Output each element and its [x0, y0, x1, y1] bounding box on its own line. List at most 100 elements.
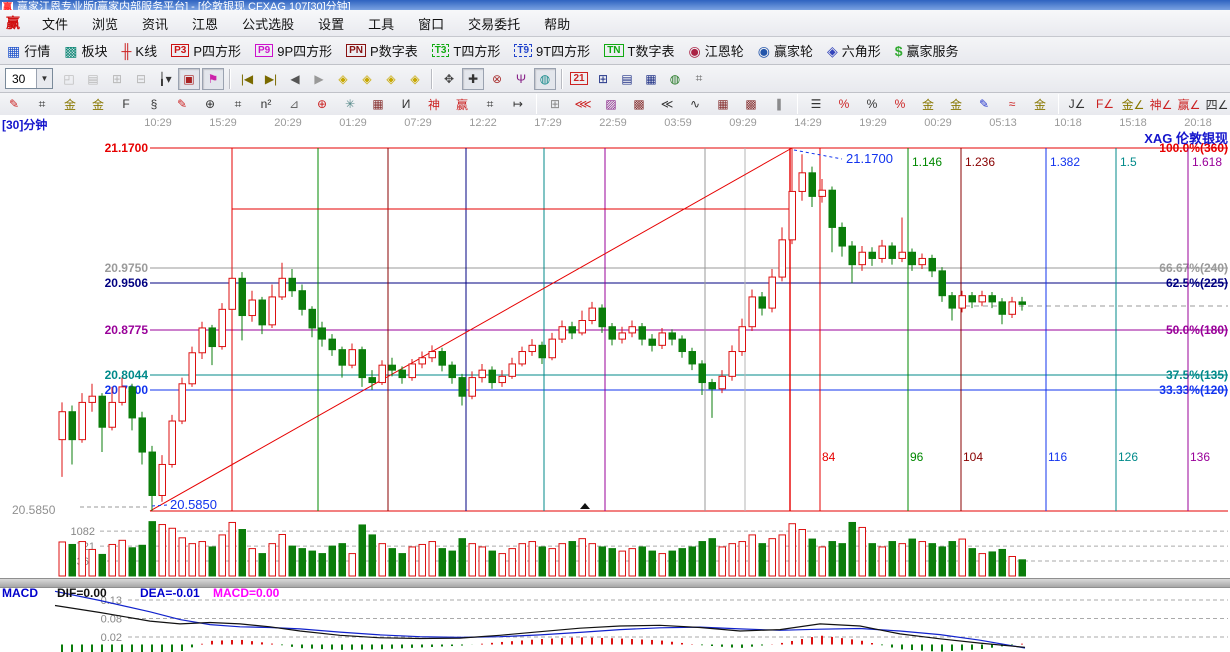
period-select[interactable]: 30 ▼ [5, 68, 53, 89]
gold-circle-icon[interactable]: 金 [915, 94, 941, 114]
menu-item-江恩[interactable]: 江恩 [180, 12, 230, 35]
menu-item-工具[interactable]: 工具 [356, 12, 406, 35]
gold-ruler2-icon[interactable]: 金 [85, 94, 111, 114]
gold-ruler-icon[interactable]: 金 [57, 94, 83, 114]
notes-icon[interactable]: ▤ [616, 68, 638, 90]
zoom-all-icon[interactable]: ◈ [404, 68, 426, 90]
circle-ruler-icon[interactable]: ⊕ [197, 94, 223, 114]
menu-item-公式选股[interactable]: 公式选股 [230, 12, 306, 35]
calendar-icon[interactable]: 21 [568, 68, 590, 90]
zoom-in-icon[interactable]: ◈ [380, 68, 402, 90]
last-page-icon[interactable]: ▶| [260, 68, 282, 90]
percent-cut-icon[interactable]: % [831, 94, 857, 114]
measure-knife-icon[interactable]: ✎ [1, 94, 27, 114]
gann-grid-icon[interactable]: ▣ [178, 68, 200, 90]
time-axis-label: 14:29 [794, 117, 822, 129]
menu-item-帮助[interactable]: 帮助 [532, 12, 582, 35]
candle-style-icon[interactable]: ╽▾ [154, 68, 176, 90]
scale-list-icon[interactable]: ☰ [803, 94, 829, 114]
wave-mark-icon[interactable]: И [393, 94, 419, 114]
toolbar-button-winner-wheel[interactable]: ◉赢家轮 [751, 41, 820, 60]
time-axis-label: 15:18 [1119, 117, 1147, 129]
zigzag-icon[interactable]: ∿ [682, 94, 708, 114]
menu-item-浏览[interactable]: 浏览 [80, 12, 130, 35]
grid2-icon[interactable]: ▦ [710, 94, 736, 114]
first-page-icon[interactable]: |◀ [236, 68, 258, 90]
color-flag-icon[interactable]: ⚑ [202, 68, 224, 90]
menu-item-设置[interactable]: 设置 [306, 12, 356, 35]
n2-icon[interactable]: n² [253, 94, 279, 114]
toolbar-button-t-square[interactable]: T3T四方形 [425, 41, 508, 60]
spiral-icon[interactable]: § [141, 94, 167, 114]
fan-grid-icon[interactable]: ▩ [626, 94, 652, 114]
toolbar-button-p-table[interactable]: PNP数字表 [339, 41, 425, 60]
title-bar[interactable]: 赢赢家江恩专业版[赢家内部服务平台] - [伦敦银现 CFXAG 107[30]… [0, 0, 1230, 10]
num-grid-icon[interactable]: ⌗ [477, 94, 503, 114]
toolbar-button-9t-square[interactable]: T99T四方形 [507, 41, 597, 60]
knife2-icon[interactable]: ✎ [169, 94, 195, 114]
report-icon[interactable]: ▤ [82, 68, 104, 90]
mark-pin-icon[interactable]: ⊗ [486, 68, 508, 90]
time-axis-label: 00:29 [924, 117, 952, 129]
zoom-right-icon[interactable]: ◈ [356, 68, 378, 90]
fan-red-icon[interactable]: ⋘ [570, 94, 596, 114]
time-ruler-icon[interactable]: ⌗ [29, 94, 55, 114]
win-angle-icon[interactable]: 赢∠ [1176, 94, 1202, 114]
f-angle-icon[interactable]: F∠ [1092, 94, 1118, 114]
hand-tool-icon[interactable]: ✥ [438, 68, 460, 90]
grid-box-icon[interactable]: ▦ [365, 94, 391, 114]
toolbar-button-quotes[interactable]: ▦行情 [0, 41, 57, 60]
gann-fork-icon[interactable]: Ψ [510, 68, 532, 90]
gold-angle-icon[interactable]: 金 [1027, 94, 1053, 114]
circle-cross-icon[interactable]: ⊕ [309, 94, 335, 114]
gold-line-icon[interactable]: 金 [943, 94, 969, 114]
calculator-icon[interactable]: ⊞ [592, 68, 614, 90]
mirror-angle-icon[interactable]: ⊿ [281, 94, 307, 114]
next-page-icon[interactable]: ▶ [308, 68, 330, 90]
toolbar-button-hexagon[interactable]: ◈六角形 [820, 41, 888, 60]
wave2-icon[interactable]: ≈ [999, 94, 1025, 114]
fan-box-icon[interactable]: ▨ [598, 94, 624, 114]
grid3-icon[interactable]: ▩ [738, 94, 764, 114]
chart-canvas[interactable]: 21.1700100.0%(360)20.975066.67%(240)20.9… [0, 115, 1230, 652]
crosshair-icon[interactable]: ✚ [462, 68, 484, 90]
web-export-icon[interactable]: ◍ [664, 68, 686, 90]
zoom-left-icon[interactable]: ◈ [332, 68, 354, 90]
ruler2-icon[interactable]: ⌗ [225, 94, 251, 114]
parallel-icon[interactable]: ∥ [766, 94, 792, 114]
smart-brain-icon[interactable]: ◍ [534, 68, 556, 90]
pattern-icon[interactable]: ◰ [58, 68, 80, 90]
chart3-icon[interactable]: ⊞ [106, 68, 128, 90]
chart9-icon[interactable]: ⊟ [130, 68, 152, 90]
percent-icon[interactable]: % [859, 94, 885, 114]
percent-line-icon[interactable]: % [887, 94, 913, 114]
toolbar-button-gann-wheel[interactable]: ◉江恩轮 [681, 41, 750, 60]
prev-page-icon[interactable]: ◀ [284, 68, 306, 90]
box-tool-icon[interactable]: ⊞ [542, 94, 568, 114]
toolbar-button-service[interactable]: $赢家服务 [888, 41, 966, 60]
toolbar-button-sectors[interactable]: ▩板块 [57, 41, 114, 60]
save-icon[interactable]: ▦ [640, 68, 662, 90]
toolbar-button-p-square[interactable]: P3P四方形 [164, 41, 248, 60]
toolbar-button-kline[interactable]: ╫K线 [115, 41, 165, 60]
menu-item-文件[interactable]: 文件 [30, 12, 80, 35]
gold2-angle-icon[interactable]: 金∠ [1120, 94, 1146, 114]
chevron-down-icon[interactable]: ▼ [36, 69, 52, 88]
starburst-icon[interactable]: ✳ [337, 94, 363, 114]
chart-area[interactable]: 21.1700100.0%(360)20.975066.67%(240)20.9… [0, 115, 1230, 652]
price-knife-icon[interactable]: ✎ [971, 94, 997, 114]
computer-icon[interactable]: ⌗ [688, 68, 710, 90]
menu-item-窗口[interactable]: 窗口 [406, 12, 456, 35]
shen-grid-icon[interactable]: 神 [421, 94, 447, 114]
angles-icon[interactable]: ≪ [654, 94, 680, 114]
j-angle-icon[interactable]: J∠ [1064, 94, 1090, 114]
toolbar-button-t-table[interactable]: TNT数字表 [597, 41, 681, 60]
four-angle-icon[interactable]: 四∠ [1204, 94, 1230, 114]
width-icon[interactable]: ↦ [505, 94, 531, 114]
menu-item-交易委托[interactable]: 交易委托 [456, 12, 532, 35]
win-grid-icon[interactable]: 赢 [449, 94, 475, 114]
f-ruler-icon[interactable]: F [113, 94, 139, 114]
toolbar-button-9p-square[interactable]: P99P四方形 [248, 41, 339, 60]
shen-angle-icon[interactable]: 神∠ [1148, 94, 1174, 114]
menu-item-资讯[interactable]: 资讯 [130, 12, 180, 35]
